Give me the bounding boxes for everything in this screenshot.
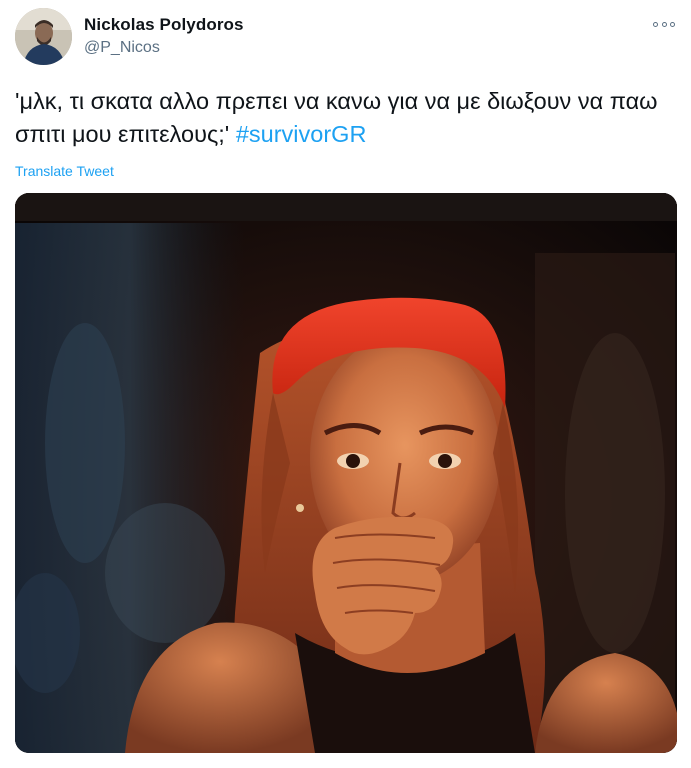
author-name[interactable]: Nickolas Polydoros bbox=[84, 15, 244, 35]
dot-icon bbox=[670, 21, 675, 27]
dot-icon bbox=[653, 21, 658, 27]
author-handle[interactable]: @P_Nicos bbox=[84, 39, 160, 57]
dot-icon bbox=[661, 21, 667, 27]
translate-tweet-link[interactable]: Translate Tweet bbox=[15, 163, 114, 179]
more-options-icon[interactable] bbox=[650, 14, 678, 34]
avatar-image bbox=[15, 8, 72, 65]
avatar[interactable] bbox=[15, 8, 72, 65]
tweet[interactable]: Nickolas Polydoros @P_Nicos 'μλκ, τι σκα… bbox=[0, 0, 691, 768]
tweet-text: 'μλκ, τι σκατα αλλο πρεπει να κανω για ν… bbox=[15, 85, 685, 151]
tweet-media[interactable] bbox=[15, 193, 677, 753]
hashtag-link[interactable]: #survivorGR bbox=[236, 121, 367, 147]
tv-screen-photo bbox=[15, 193, 677, 753]
